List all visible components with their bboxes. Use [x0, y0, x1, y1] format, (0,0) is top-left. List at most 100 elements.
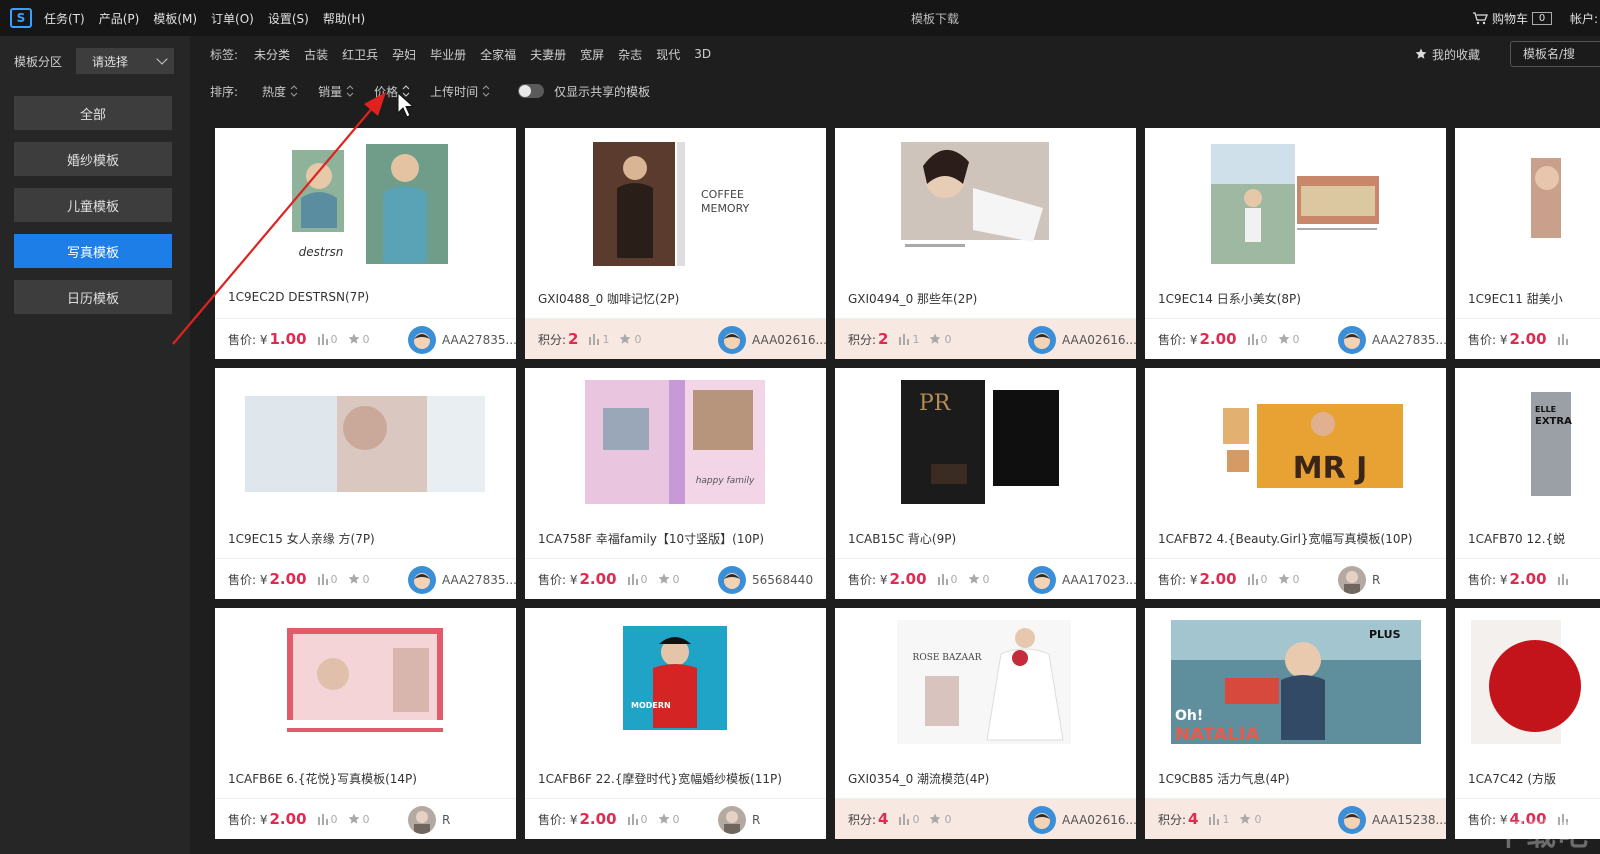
- template-title[interactable]: 1CA758F 幸福family【10寸竖版】(10P): [538, 530, 828, 547]
- chevron-down-icon: [156, 53, 168, 65]
- template-card[interactable]: 1C9EC15 女人亲缘 方(7P) 售价: ¥2.00 0 0 AAA27835...: [215, 368, 518, 599]
- menu-help[interactable]: 帮助(H): [323, 10, 365, 27]
- menu-task[interactable]: 任务(T): [44, 10, 85, 27]
- author[interactable]: AAA02616...: [1028, 806, 1137, 834]
- template-thumbnail[interactable]: Oh!NATALIA PLUS: [1145, 608, 1446, 763]
- author[interactable]: R: [408, 806, 450, 834]
- sort-sales[interactable]: 销量: [318, 83, 354, 100]
- sort-upload-time[interactable]: 上传时间: [430, 83, 490, 100]
- sort-popularity[interactable]: 热度: [262, 83, 298, 100]
- template-title[interactable]: 1CAFB6F 22.{摩登时代}宽幅婚纱模板(11P): [538, 770, 828, 787]
- author[interactable]: AAA15238...: [1338, 806, 1447, 834]
- template-title[interactable]: 1C9EC11 甜美小: [1468, 290, 1600, 307]
- sort-price[interactable]: 价格: [374, 83, 410, 100]
- author[interactable]: AAA02616...: [1028, 326, 1137, 354]
- template-card[interactable]: ROSE BAZAAR GXI0354_0 潮流模范(4P) 积分: 4 0 0 AAA02…: [835, 608, 1138, 839]
- bar-chart-icon: [899, 333, 910, 345]
- category-calendar-button[interactable]: 日历模板: [14, 280, 172, 314]
- template-thumbnail[interactable]: MR J: [1145, 368, 1446, 523]
- template-thumbnail[interactable]: [1455, 608, 1600, 763]
- author[interactable]: 56568440: [718, 566, 813, 594]
- template-title[interactable]: 1CAFB6E 6.{花悦}写真模板(14P): [228, 770, 518, 787]
- template-title[interactable]: 1C9CB85 活力气息(4P): [1158, 770, 1448, 787]
- tag-item[interactable]: 宽屏: [580, 46, 604, 63]
- cart-button[interactable]: 购物车 0: [1472, 10, 1552, 27]
- star-icon: [930, 813, 941, 824]
- tag-item[interactable]: 杂志: [618, 46, 642, 63]
- template-title[interactable]: 1C9EC15 女人亲缘 方(7P): [228, 530, 518, 547]
- menu-template[interactable]: 模板(M): [153, 10, 197, 27]
- category-children-button[interactable]: 儿童模板: [14, 188, 172, 222]
- card-footer: 售价: ¥2.00 0 0 R: [215, 798, 516, 839]
- author[interactable]: R: [1338, 566, 1380, 594]
- author[interactable]: AAA02616...: [718, 326, 827, 354]
- template-thumbnail[interactable]: [215, 608, 516, 763]
- template-card[interactable]: 1CA7C42 (方版 售价: ¥4.00: [1455, 608, 1600, 839]
- template-card[interactable]: 1C9EC14 日系小美女(8P) 售价: ¥2.00 0 0 AAA27835...: [1145, 128, 1448, 359]
- template-title[interactable]: 1CAFB72 4.{Beauty.Girl}宽幅写真模板(10P): [1158, 530, 1448, 547]
- template-thumbnail[interactable]: happy family: [525, 368, 826, 523]
- template-card[interactable]: COFFEE MEMORY GXI0488_0 咖啡记忆(2P) 积分: 2 1 0 AAA0…: [525, 128, 828, 359]
- template-thumbnail[interactable]: ROSE BAZAAR: [835, 608, 1136, 763]
- template-title[interactable]: 1C9EC14 日系小美女(8P): [1158, 290, 1448, 307]
- author[interactable]: AAA27835...: [408, 326, 517, 354]
- tag-item[interactable]: 古装: [304, 46, 328, 63]
- template-thumbnail[interactable]: PR: [835, 368, 1136, 523]
- template-title[interactable]: 1C9EC2D DESTRSN(7P): [228, 290, 518, 304]
- template-title[interactable]: GXI0494_0 那些年(2P): [848, 290, 1138, 307]
- template-title[interactable]: 1CAB15C 背心(9P): [848, 530, 1138, 547]
- tag-item[interactable]: 孕妇: [392, 46, 416, 63]
- template-card[interactable]: 1CAFB6E 6.{花悦}写真模板(14P) 售价: ¥2.00 0 0 R: [215, 608, 516, 839]
- author[interactable]: AAA27835...: [1338, 326, 1447, 354]
- category-wedding-button[interactable]: 婚纱模板: [14, 142, 172, 176]
- template-thumbnail[interactable]: [835, 128, 1136, 283]
- template-thumbnail[interactable]: destrsn: [215, 128, 516, 283]
- menu-product[interactable]: 产品(P): [99, 10, 140, 27]
- template-card[interactable]: PR 1CAB15C 背心(9P) 售价: ¥2.00 0 0 AAA17023...: [835, 368, 1138, 599]
- template-thumbnail[interactable]: MODERN: [525, 608, 826, 763]
- favorite-count-value: 0: [1292, 572, 1300, 586]
- template-card[interactable]: ELLE EXTRA 1CAFB70 12.{蜕 售价: ¥2.00: [1455, 368, 1600, 599]
- tag-item[interactable]: 3D: [694, 47, 711, 61]
- template-card[interactable]: Oh! NATALIA PLUS 1C9CB85 活力气息(4P) 积分: 4 1 0 AAA1…: [1145, 608, 1448, 839]
- template-card[interactable]: happy family 1CA758F 幸福family【10寸竖版】(10P)…: [525, 368, 826, 599]
- menu-settings[interactable]: 设置(S): [268, 10, 309, 27]
- author[interactable]: AAA17023...: [1028, 566, 1137, 594]
- price-value: 1.00: [269, 330, 307, 348]
- template-thumbnail[interactable]: [215, 368, 516, 523]
- template-card[interactable]: GXI0494_0 那些年(2P) 积分: 2 1 0 AAA02616...: [835, 128, 1138, 359]
- template-card[interactable]: 1C9EC11 甜美小 售价: ¥2.00: [1455, 128, 1600, 359]
- account-label[interactable]: 帐户:: [1570, 10, 1598, 27]
- template-card[interactable]: MODERN 1CAFB6F 22.{摩登时代}宽幅婚纱模板(11P) 售价: ¥2…: [525, 608, 826, 839]
- category-all-button[interactable]: 全部: [14, 96, 172, 130]
- star-icon: [1415, 48, 1427, 59]
- template-title[interactable]: 1CAFB70 12.{蜕: [1468, 530, 1600, 547]
- star-icon: [1278, 333, 1289, 344]
- star-icon: [1278, 573, 1289, 584]
- tag-item[interactable]: 毕业册: [430, 46, 466, 63]
- shared-only-toggle[interactable]: [518, 84, 545, 98]
- menu-order[interactable]: 订单(O): [211, 10, 254, 27]
- template-thumbnail[interactable]: [1455, 128, 1600, 283]
- favorites-button[interactable]: 我的收藏: [1415, 46, 1480, 63]
- template-card[interactable]: destrsn 1C9EC2D DESTRSN(7P) 售价: ¥1.00 0 0 AAA…: [215, 128, 518, 359]
- template-thumbnail[interactable]: COFFEEMEMORY: [525, 128, 826, 283]
- menu-bar: S 任务(T) 产品(P) 模板(M) 订单(O) 设置(S) 帮助(H) 模板…: [0, 0, 1600, 36]
- author[interactable]: AAA27835...: [408, 566, 517, 594]
- author[interactable]: R: [718, 806, 760, 834]
- tag-item[interactable]: 红卫兵: [342, 46, 378, 63]
- template-title[interactable]: GXI0354_0 潮流模范(4P): [848, 770, 1138, 787]
- zone-select[interactable]: 请选择: [76, 48, 174, 74]
- template-thumbnail[interactable]: [1145, 128, 1446, 283]
- template-title[interactable]: GXI0488_0 咖啡记忆(2P): [538, 290, 828, 307]
- tag-item[interactable]: 夫妻册: [530, 46, 566, 63]
- search-input[interactable]: 模板名/搜: [1510, 41, 1600, 67]
- tag-item[interactable]: 未分类: [254, 46, 290, 63]
- tag-item[interactable]: 现代: [656, 46, 680, 63]
- tag-item[interactable]: 全家福: [480, 46, 516, 63]
- category-portrait-button[interactable]: 写真模板: [14, 234, 172, 268]
- template-card[interactable]: MR J 1CAFB72 4.{Beauty.Girl}宽幅写真模板(10P) 售价…: [1145, 368, 1446, 599]
- template-thumbnail[interactable]: ELLE EXTRA: [1455, 368, 1600, 523]
- favorite-count: 0: [619, 333, 641, 346]
- template-title[interactable]: 1CA7C42 (方版: [1468, 770, 1600, 787]
